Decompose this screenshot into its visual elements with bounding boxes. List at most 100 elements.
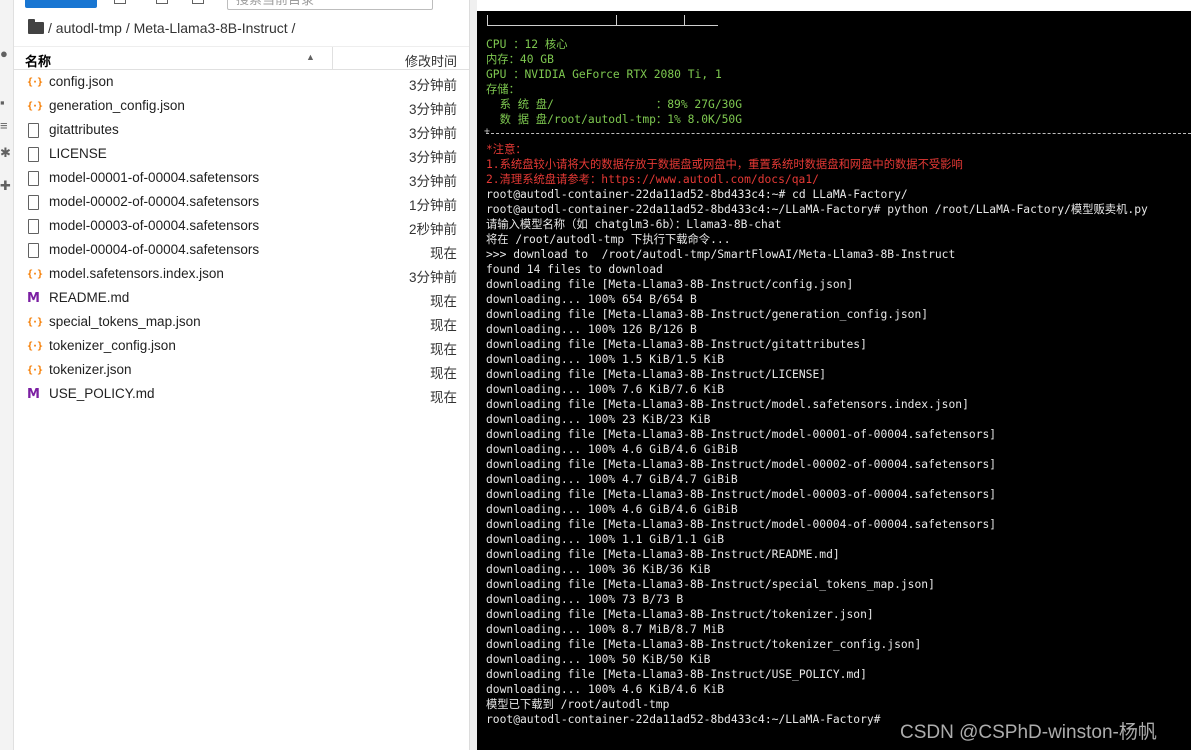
terminal-line: downloading file [Meta-Llama3-8B-Instruc…	[486, 428, 997, 441]
file-name[interactable]: LICENSE	[49, 146, 107, 161]
terminal-line: 1.系统盘较小请将大的数据存放于数据盘或网盘中，重置系统时数据盘和网盘中的数据不…	[486, 158, 963, 171]
terminal-line: 2.清理系统盘请参考：https://www.autodl.com/docs/q…	[486, 173, 819, 186]
panel-splitter[interactable]	[469, 0, 477, 750]
file-name[interactable]: special_tokens_map.json	[49, 314, 201, 329]
file-icon	[28, 171, 39, 186]
file-row[interactable]: model-00002-of-00004.safetensors 1分钟前	[14, 191, 469, 215]
file-modified: 现在	[430, 294, 457, 309]
file-modified: 1分钟前	[408, 198, 457, 213]
terminal-line: downloading file [Meta-Llama3-8B-Instruc…	[486, 608, 874, 621]
file-row[interactable]: {·} generation_config.json 3分钟前	[14, 95, 469, 119]
file-icon	[28, 219, 39, 234]
file-name[interactable]: tokenizer.json	[49, 362, 132, 377]
terminal-line: downloading... 100% 4.7 GiB/4.7 GiBiB	[486, 473, 738, 486]
file-row[interactable]: M README.md 现在	[14, 287, 469, 311]
file-name[interactable]: gitattributes	[49, 122, 119, 137]
file-modified: 3分钟前	[408, 126, 457, 141]
file-list: {·} config.json 3分钟前 {·} generation_config.j…	[14, 71, 469, 407]
terminal-line: CPU ：12 核心	[486, 38, 568, 51]
file-row[interactable]: {·} special_tokens_map.json 现在	[14, 311, 469, 335]
file-row[interactable]: {·} tokenizer_config.json 现在	[14, 335, 469, 359]
terminal-line: downloading... 100% 7.6 KiB/7.6 KiB	[486, 383, 725, 396]
terminal-line: downloading file [Meta-Llama3-8B-Instruc…	[486, 278, 854, 291]
file-icon	[28, 243, 39, 258]
terminal-line: downloading... 100% 1.1 GiB/1.1 GiB	[486, 533, 725, 546]
file-name[interactable]: generation_config.json	[49, 98, 185, 113]
file-name[interactable]: model.safetensors.index.json	[49, 266, 224, 281]
file-row[interactable]: LICENSE 3分钟前	[14, 143, 469, 167]
file-browser: / autodl-tmp / Meta-Llama3-8B-Instruct /…	[14, 0, 469, 750]
terminal-line: 存储：	[486, 83, 520, 96]
terminal-line: downloading... 100% 50 KiB/50 KiB	[486, 653, 711, 666]
terminal-line: downloading... 100% 4.6 KiB/4.6 KiB	[486, 683, 725, 696]
terminal-line: found 14 files to download	[486, 263, 663, 276]
terminal-line: downloading... 100% 23 KiB/23 KiB	[486, 413, 711, 426]
file-row[interactable]: gitattributes 3分钟前	[14, 119, 469, 143]
table-border	[487, 15, 718, 26]
file-name[interactable]: tokenizer_config.json	[49, 338, 176, 353]
file-modified: 现在	[430, 246, 457, 261]
separator-line	[484, 126, 1191, 137]
terminal-line: >>> download to /root/autodl-tmp/SmartFl…	[486, 248, 956, 261]
new-folder-icon[interactable]	[114, 0, 126, 4]
file-modified: 3分钟前	[408, 102, 457, 117]
file-row[interactable]: model-00004-of-00004.safetensors 现在	[14, 239, 469, 263]
terminal-line: 系 统 盘/ ：89% 27G/30G	[486, 98, 743, 111]
terminal-line: downloading... 100% 126 B/126 B	[486, 323, 697, 336]
terminal-line: 请输入模型名称（如 chatglm3-6b）：Llama3-8B-chat	[486, 218, 782, 231]
file-modified: 现在	[430, 342, 457, 357]
list-icon[interactable]: ≡	[0, 118, 12, 134]
file-icon	[28, 195, 39, 210]
folder-icon[interactable]	[28, 19, 44, 34]
column-name-header[interactable]: 名称	[25, 51, 51, 70]
file-name[interactable]: model-00003-of-00004.safetensors	[49, 218, 259, 233]
file-modified: 2秒钟前	[408, 222, 457, 237]
terminal-line: downloading file [Meta-Llama3-8B-Instruc…	[486, 368, 827, 381]
file-name[interactable]: model-00001-of-00004.safetensors	[49, 170, 259, 185]
file-name[interactable]: USE_POLICY.md	[49, 386, 155, 401]
file-name[interactable]: model-00002-of-00004.safetensors	[49, 194, 259, 209]
terminal-line: downloading... 100% 73 B/73 B	[486, 593, 684, 606]
refresh-icon[interactable]	[192, 0, 204, 4]
new-launcher-button[interactable]	[25, 0, 97, 8]
file-name[interactable]: model-00004-of-00004.safetensors	[49, 242, 259, 257]
terminal-line: downloading file [Meta-Llama3-8B-Instruc…	[486, 518, 997, 531]
terminal-line: downloading file [Meta-Llama3-8B-Instruc…	[486, 308, 929, 321]
breadcrumb-path[interactable]: / autodl-tmp / Meta-Llama3-8B-Instruct /	[48, 20, 295, 36]
puzzle-icon[interactable]: ✚	[0, 178, 12, 194]
file-modified: 3分钟前	[408, 78, 457, 93]
circle-icon[interactable]: ●	[0, 46, 12, 62]
file-row[interactable]: {·} model.safetensors.index.json 3分钟前	[14, 263, 469, 287]
file-row[interactable]: {·} tokenizer.json 现在	[14, 359, 469, 383]
upload-icon[interactable]	[156, 0, 168, 4]
file-row[interactable]: model-00003-of-00004.safetensors 2秒钟前	[14, 215, 469, 239]
file-row[interactable]: model-00001-of-00004.safetensors 3分钟前	[14, 167, 469, 191]
terminal-line: downloading file [Meta-Llama3-8B-Instruc…	[486, 458, 997, 471]
column-modified-header[interactable]: 修改时间	[405, 51, 457, 70]
terminal-line: downloading... 100% 8.7 MiB/8.7 MiB	[486, 623, 725, 636]
markdown-icon: M	[27, 291, 40, 306]
file-row[interactable]: M USE_POLICY.md 现在	[14, 383, 469, 407]
terminal-line: downloading... 100% 1.5 KiB/1.5 KiB	[486, 353, 725, 366]
json-icon: {·}	[27, 341, 43, 352]
watermark: CSDN @CSPhD-winston-杨帆	[900, 722, 1157, 743]
terminal-line: downloading file [Meta-Llama3-8B-Instruc…	[486, 578, 935, 591]
file-name[interactable]: config.json	[49, 74, 114, 89]
file-name[interactable]: README.md	[49, 290, 129, 305]
markdown-icon: M	[27, 387, 40, 402]
json-icon: {·}	[27, 77, 43, 88]
json-icon: {·}	[27, 365, 43, 376]
terminal[interactable]: CPU ：12 核心 内存：40 GB GPU ：NVIDIA GeForce RT…	[477, 11, 1191, 750]
search-input[interactable]	[227, 0, 433, 10]
terminal-line: downloading... 100% 4.6 GiB/4.6 GiBiB	[486, 443, 738, 456]
file-modified: 3分钟前	[408, 270, 457, 285]
column-divider[interactable]	[332, 47, 333, 70]
terminal-line: downloading file [Meta-Llama3-8B-Instruc…	[486, 488, 997, 501]
file-icon	[28, 123, 39, 138]
breadcrumb: / autodl-tmp / Meta-Llama3-8B-Instruct /	[28, 18, 295, 38]
file-modified: 现在	[430, 390, 457, 405]
gear-icon[interactable]: ✱	[0, 145, 12, 161]
sort-up-icon[interactable]: ▲	[306, 52, 315, 62]
file-row[interactable]: {·} config.json 3分钟前	[14, 71, 469, 95]
terminal-icon[interactable]: ▪	[0, 95, 12, 111]
